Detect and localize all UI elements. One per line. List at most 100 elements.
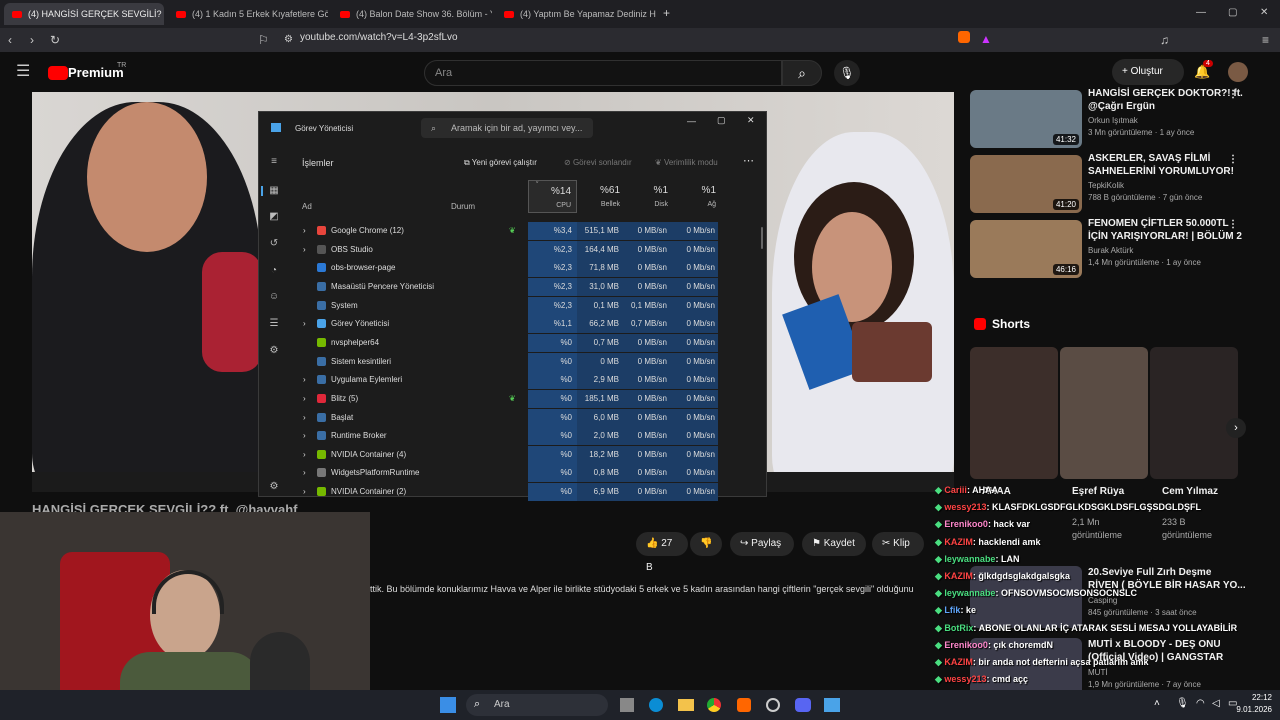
process-row[interactable]: Masaüstü Pencere Yöneticisi %2,3 31,0 MB 0 … xyxy=(297,277,767,296)
task-view-icon[interactable] xyxy=(620,698,634,712)
search-button[interactable]: ⌕ xyxy=(782,60,822,86)
logo-text[interactable]: Premium xyxy=(68,65,124,80)
chevron-right-icon[interactable]: › xyxy=(303,245,306,254)
mic-button[interactable]: 🎙 xyxy=(834,60,860,86)
taskbar-search[interactable]: Ara xyxy=(466,694,608,716)
more-vert-icon[interactable]: ⋮ xyxy=(1228,88,1238,101)
chevron-right-icon[interactable]: › xyxy=(303,375,306,384)
settings-icon[interactable]: ⚙ xyxy=(268,481,280,493)
avatar[interactable] xyxy=(1228,62,1248,82)
performance-icon[interactable]: ◩ xyxy=(268,211,280,223)
obs-icon[interactable] xyxy=(766,698,780,712)
menu-icon[interactable]: ≡ xyxy=(1262,32,1269,48)
chevron-right-icon[interactable]: › xyxy=(303,450,306,459)
brave-shield-icon[interactable] xyxy=(958,31,970,43)
wifi-icon[interactable]: ◠ xyxy=(1196,698,1205,709)
channel-name[interactable]: Burak Aktürk xyxy=(1088,245,1133,256)
process-row[interactable]: › Uygulama Eylemleri %0 2,9 MB 0 MB/sn 0 Mb/s… xyxy=(297,371,767,390)
efficiency-mode-button[interactable]: ❦ Verimlilik modu xyxy=(655,158,718,167)
maximize-icon[interactable]: ▢ xyxy=(717,115,726,126)
process-row[interactable]: › Görev Yöneticisi %1,1 66,2 MB 0,7 MB/sn 0 M… xyxy=(297,315,767,334)
browser-tab[interactable]: (4) Balon Date Show 36. Bölüm - You xyxy=(332,3,492,25)
close-icon[interactable]: ✕ xyxy=(747,115,755,126)
like-button[interactable]: 👍 27 B xyxy=(636,532,688,573)
process-row[interactable]: › Google Chrome (12) ❦ %3,4 515,1 MB 0 MB/sn 0… xyxy=(297,222,767,240)
youtube-logo-icon[interactable] xyxy=(48,66,68,80)
column-disk[interactable]: %1 Disk xyxy=(622,180,670,213)
back-icon[interactable]: ‹ xyxy=(8,32,12,48)
chevron-right-icon[interactable]: › xyxy=(303,413,306,422)
end-task-button[interactable]: ⊘ Görevi sonlandır xyxy=(564,158,632,167)
run-new-task-button[interactable]: ⧉ Yeni görevi çalıştır xyxy=(464,158,537,168)
process-row[interactable]: › Runtime Broker %0 2,0 MB 0 MB/sn 0 Mb/sn xyxy=(297,427,767,446)
dislike-button[interactable]: 👎 xyxy=(690,532,722,556)
short-title[interactable]: Cem Yılmaz xyxy=(1162,485,1218,498)
video-title[interactable]: 20.Seviye Full Zırh Deşme xyxy=(1088,566,1211,579)
share-button[interactable]: ↪ Paylaş xyxy=(730,532,794,556)
folder-icon[interactable] xyxy=(678,699,694,711)
task-manager-taskbar-icon[interactable] xyxy=(824,698,840,712)
task-manager-window[interactable]: Görev Yöneticisi Aramak için bir ad, yay… xyxy=(258,111,767,502)
chevron-right-icon[interactable]: › xyxy=(303,487,306,496)
chevron-right-icon[interactable]: › xyxy=(303,226,306,235)
brave-rewards-icon[interactable]: ▲ xyxy=(980,31,992,47)
process-row[interactable]: obs-browser-page %2,3 71,8 MB 0 MB/sn 0 Mb/s… xyxy=(297,259,767,278)
short-thumbnail[interactable] xyxy=(1060,347,1148,479)
create-button[interactable]: + Oluştur xyxy=(1112,59,1184,85)
column-network[interactable]: %1 Ağ xyxy=(670,180,718,213)
save-button[interactable]: ⚑ Kaydet xyxy=(802,532,866,556)
process-row[interactable]: › NVIDIA Container (4) %0 18,2 MB 0 MB/sn 0 M… xyxy=(297,445,767,464)
site-info-icon[interactable]: ⚙ xyxy=(284,32,293,48)
process-row[interactable]: › WidgetsPlatformRuntime %0 0,8 MB 0 MB/sn 0 … xyxy=(297,464,767,483)
chevron-up-icon[interactable]: ˄ xyxy=(1154,698,1160,709)
chevron-right-icon[interactable]: › xyxy=(303,468,306,477)
more-vert-icon[interactable]: ⋮ xyxy=(1228,153,1238,166)
shorts-next-button[interactable]: › xyxy=(1226,418,1246,438)
music-icon[interactable]: ♫ xyxy=(1160,32,1169,48)
process-row[interactable]: › Başlat %0 6,0 MB 0 MB/sn 0 Mb/sn xyxy=(297,408,767,427)
column-status[interactable]: Durum xyxy=(451,202,475,211)
hamburger-icon[interactable]: ☰ xyxy=(16,64,30,80)
video-title[interactable]: ASKERLER, SAVAŞ FİLMİ xyxy=(1088,152,1210,165)
chevron-right-icon[interactable]: › xyxy=(303,394,306,403)
menu-icon[interactable]: ≡ xyxy=(268,156,280,168)
close-window-icon[interactable]: ✕ xyxy=(1260,5,1268,21)
mic-icon[interactable]: 🎙 xyxy=(1176,698,1189,709)
services-icon[interactable]: ⚙ xyxy=(268,345,280,357)
scrollbar[interactable] xyxy=(761,227,763,249)
video-description[interactable]: ttik. Bu bölümde konuklarımız Havva ve A… xyxy=(370,584,930,594)
column-name[interactable]: Ad xyxy=(302,202,312,211)
minimize-icon[interactable]: — xyxy=(1196,5,1206,21)
chevron-right-icon[interactable]: › xyxy=(303,431,306,440)
video-title[interactable]: MUTİ x BLOODY - DEŞ ONU xyxy=(1088,638,1221,651)
minimize-icon[interactable]: — xyxy=(687,116,696,126)
video-title[interactable]: @Çağrı Ergün xyxy=(1088,100,1155,113)
video-title[interactable]: İÇİN YARIŞIYORLAR! | BÖLÜM 2 xyxy=(1088,230,1242,243)
video-title[interactable]: HANGİSİ GERÇEK DOKTOR?! ft. xyxy=(1088,87,1243,100)
more-options-icon[interactable]: ⋯ xyxy=(743,154,754,167)
discord-icon[interactable] xyxy=(795,698,811,712)
process-row[interactable]: › OBS Studio %2,3 164,4 MB 0 MB/sn 0 Mb/sn xyxy=(297,240,767,259)
video-thumbnail[interactable]: 46:16 xyxy=(970,220,1082,278)
process-row[interactable]: › NVIDIA Container (2) %0 6,9 MB 0 MB/sn 0 Mb… xyxy=(297,483,767,502)
brave-icon[interactable] xyxy=(737,698,751,712)
process-row[interactable]: › Blitz (5) ❦ %0 185,1 MB 0 MB/sn 0 Mb/sn xyxy=(297,389,767,408)
bookmark-icon[interactable]: ⚐ xyxy=(258,32,269,48)
column-memory[interactable]: %61 Bellek xyxy=(577,180,622,213)
browser-tab[interactable]: (4) Yaptım Be Yapamaz Dediniz Hatta xyxy=(496,3,656,25)
maximize-icon[interactable]: ▢ xyxy=(1228,5,1237,21)
chrome-icon[interactable] xyxy=(707,698,721,712)
process-row[interactable]: nvsphelper64 %0 0,7 MB 0 MB/sn 0 Mb/sn xyxy=(297,333,767,352)
volume-icon[interactable]: ◁ xyxy=(1212,698,1220,709)
process-row[interactable]: Sistem kesintileri %0 0 MB 0 MB/sn 0 Mb/sn xyxy=(297,352,767,371)
video-title[interactable]: SAHNELERİNİ YORUMLUYOR! xyxy=(1088,165,1234,178)
channel-name[interactable]: TepkiKolik xyxy=(1088,180,1124,191)
video-thumbnail[interactable]: 41:32 xyxy=(970,90,1082,148)
channel-name[interactable]: Orkun Işıtmak xyxy=(1088,115,1138,126)
process-row[interactable]: System %2,3 0,1 MB 0,1 MB/sn 0 Mb/sn xyxy=(297,296,767,315)
channel-name[interactable]: MUTİ xyxy=(1088,667,1108,678)
clock-time[interactable]: 22:12 xyxy=(1236,693,1272,702)
browser-tab[interactable]: (4) HANGİSİ GERÇEK SEVGİLİ? ft.✕ xyxy=(4,3,164,25)
processes-icon[interactable]: ▦ xyxy=(268,185,280,197)
browser-tab[interactable]: (4) 1 Kadın 5 Erkek Kıyafetlere Göre E xyxy=(168,3,328,25)
